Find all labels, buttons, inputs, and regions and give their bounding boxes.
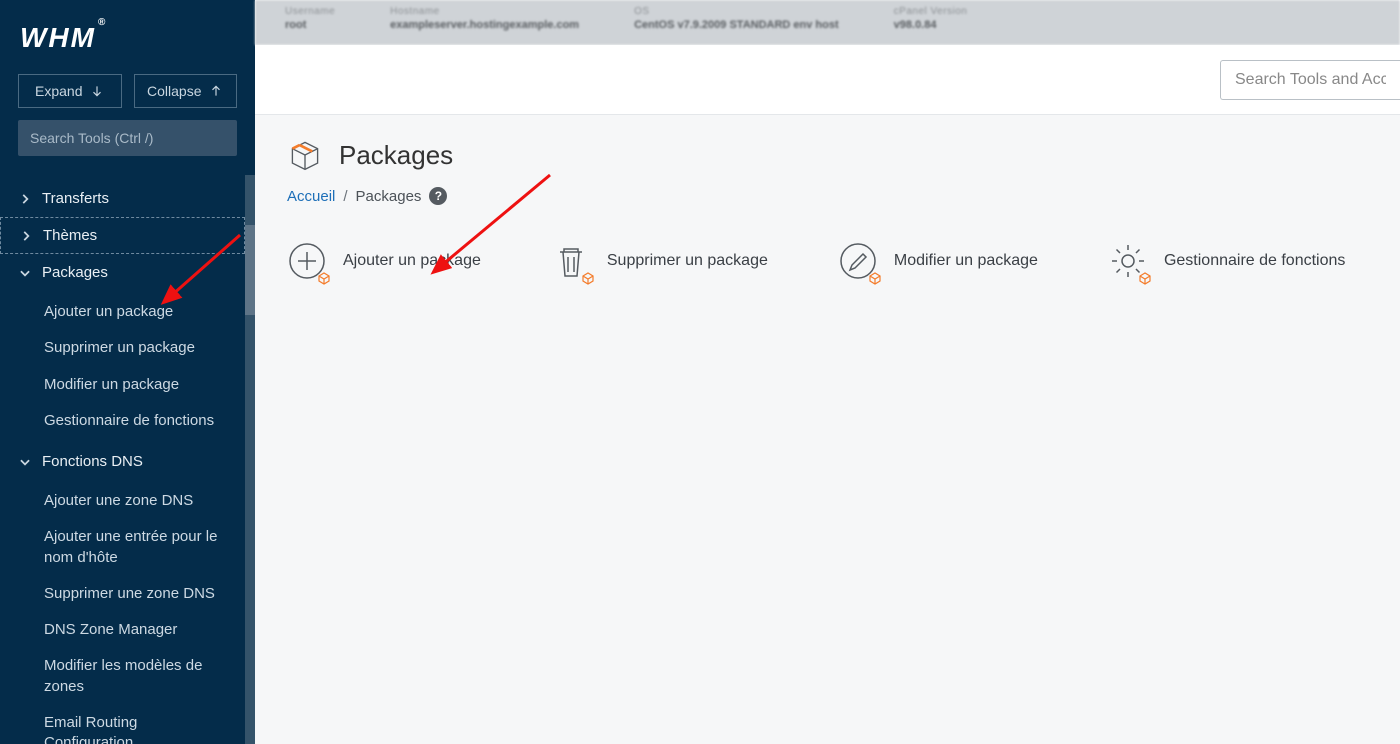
nav-sub-dns: Ajouter une zone DNS Ajouter une entrée …	[0, 479, 245, 744]
expand-label: Expand	[35, 83, 82, 99]
brand-area: WHM®	[0, 0, 255, 64]
breadcrumb-home-link[interactable]: Accueil	[287, 188, 335, 205]
nav-item-edit-package[interactable]: Modifier un package	[0, 367, 245, 403]
nav-head-transferts[interactable]: Transferts	[0, 181, 245, 216]
nav-label: Thèmes	[43, 227, 97, 244]
breadcrumb: Accueil / Packages ?	[287, 187, 1368, 205]
pencil-circle-icon	[838, 241, 878, 281]
package-badge-icon	[317, 271, 331, 285]
chevron-down-icon	[18, 455, 32, 469]
nav-section-packages: Packages Ajouter un package Supprimer un…	[0, 254, 245, 443]
collapse-label: Collapse	[147, 83, 201, 99]
breadcrumb-current: Packages	[356, 188, 422, 205]
gear-icon	[1108, 241, 1148, 281]
brand-trademark: ®	[98, 17, 105, 28]
nav-item-edit-zone-templates[interactable]: Modifier les modèles de zones	[0, 648, 245, 705]
plus-circle-icon	[287, 241, 327, 281]
info-value: root	[285, 19, 335, 31]
sidebar-scrollbar-track[interactable]	[245, 175, 255, 744]
nav-label: Fonctions DNS	[42, 453, 143, 470]
tile-add-package[interactable]: Ajouter un package	[287, 241, 481, 281]
nav-head-themes[interactable]: Thèmes	[0, 217, 245, 254]
info-os: OS CentOS v7.9.2009 STANDARD env host	[634, 6, 839, 39]
breadcrumb-sep: /	[343, 188, 347, 205]
info-value: v98.0.84	[894, 19, 968, 31]
tiles-row: Ajouter un package Supprimer un package …	[287, 241, 1368, 281]
nav-item-delete-package[interactable]: Supprimer un package	[0, 330, 245, 366]
package-badge-icon	[581, 271, 595, 285]
chevron-right-icon	[18, 192, 32, 206]
nav-item-add-dns-zone[interactable]: Ajouter une zone DNS	[0, 483, 245, 519]
tile-delete-package[interactable]: Supprimer un package	[551, 241, 768, 281]
tile-label: Supprimer un package	[607, 252, 768, 270]
main-content: Packages Accueil / Packages ? Ajouter un…	[255, 115, 1400, 744]
info-label: Hostname	[390, 6, 579, 17]
expand-collapse-row: Expand Collapse	[0, 64, 255, 120]
nav-item-add-package[interactable]: Ajouter un package	[0, 294, 245, 330]
help-icon[interactable]: ?	[429, 187, 447, 205]
brand-name: WHM	[20, 22, 96, 53]
tile-edit-package[interactable]: Modifier un package	[838, 241, 1038, 281]
package-icon	[287, 137, 323, 173]
info-hostname: Hostname exampleserver.hostingexample.co…	[390, 6, 579, 39]
arrow-down-icon	[90, 84, 104, 98]
page-title: Packages	[339, 140, 453, 171]
expand-button[interactable]: Expand	[18, 74, 122, 108]
collapse-button[interactable]: Collapse	[134, 74, 238, 108]
nav-head-packages[interactable]: Packages	[0, 255, 245, 290]
whm-logo[interactable]: WHM®	[20, 22, 235, 54]
nav-label: Packages	[42, 264, 108, 281]
chevron-down-icon	[18, 266, 32, 280]
sidebar-nav: Transferts Thèmes Packages Ajouter un pa…	[0, 170, 245, 744]
info-label: cPanel Version	[894, 6, 968, 17]
sidebar: WHM® Expand Collapse Transferts Thèmes	[0, 0, 255, 744]
tile-label: Gestionnaire de fonctions	[1164, 252, 1345, 270]
top-toolbar	[255, 45, 1400, 115]
arrow-up-icon	[209, 84, 223, 98]
server-info-bar: Username root Hostname exampleserver.hos…	[255, 0, 1400, 45]
tile-label: Modifier un package	[894, 252, 1038, 270]
nav-item-delete-dns-zone[interactable]: Supprimer une zone DNS	[0, 576, 245, 612]
sidebar-scrollbar-thumb[interactable]	[245, 225, 255, 315]
info-value: CentOS v7.9.2009 STANDARD env host	[634, 19, 839, 31]
package-badge-icon	[868, 271, 882, 285]
nav-head-dns[interactable]: Fonctions DNS	[0, 444, 245, 479]
page-header: Packages	[287, 137, 1368, 173]
nav-section-dns: Fonctions DNS Ajouter une zone DNS Ajout…	[0, 443, 245, 744]
sidebar-search-input[interactable]	[18, 120, 237, 156]
info-value: exampleserver.hostingexample.com	[390, 19, 579, 31]
info-cpanel-version: cPanel Version v98.0.84	[894, 6, 968, 39]
global-search-input[interactable]	[1220, 60, 1400, 100]
nav-sub-packages: Ajouter un package Supprimer un package …	[0, 290, 245, 443]
nav-label: Transferts	[42, 190, 109, 207]
info-label: Username	[285, 6, 335, 17]
info-username: Username root	[285, 6, 335, 39]
nav-item-add-host-entry[interactable]: Ajouter une entrée pour le nom d'hôte	[0, 519, 245, 576]
tile-label: Ajouter un package	[343, 252, 481, 270]
sidebar-search-wrap	[0, 120, 255, 170]
trash-icon	[551, 241, 591, 281]
chevron-right-icon	[19, 229, 33, 243]
nav-item-feature-manager[interactable]: Gestionnaire de fonctions	[0, 403, 245, 439]
package-badge-icon	[1138, 271, 1152, 285]
info-label: OS	[634, 6, 839, 17]
nav-section-transferts: Transferts	[0, 180, 245, 216]
nav-item-dns-zone-manager[interactable]: DNS Zone Manager	[0, 612, 245, 648]
nav-item-email-routing[interactable]: Email Routing Configuration	[0, 705, 245, 744]
tile-feature-manager[interactable]: Gestionnaire de fonctions	[1108, 241, 1345, 281]
nav-section-themes: Thèmes	[0, 216, 245, 254]
